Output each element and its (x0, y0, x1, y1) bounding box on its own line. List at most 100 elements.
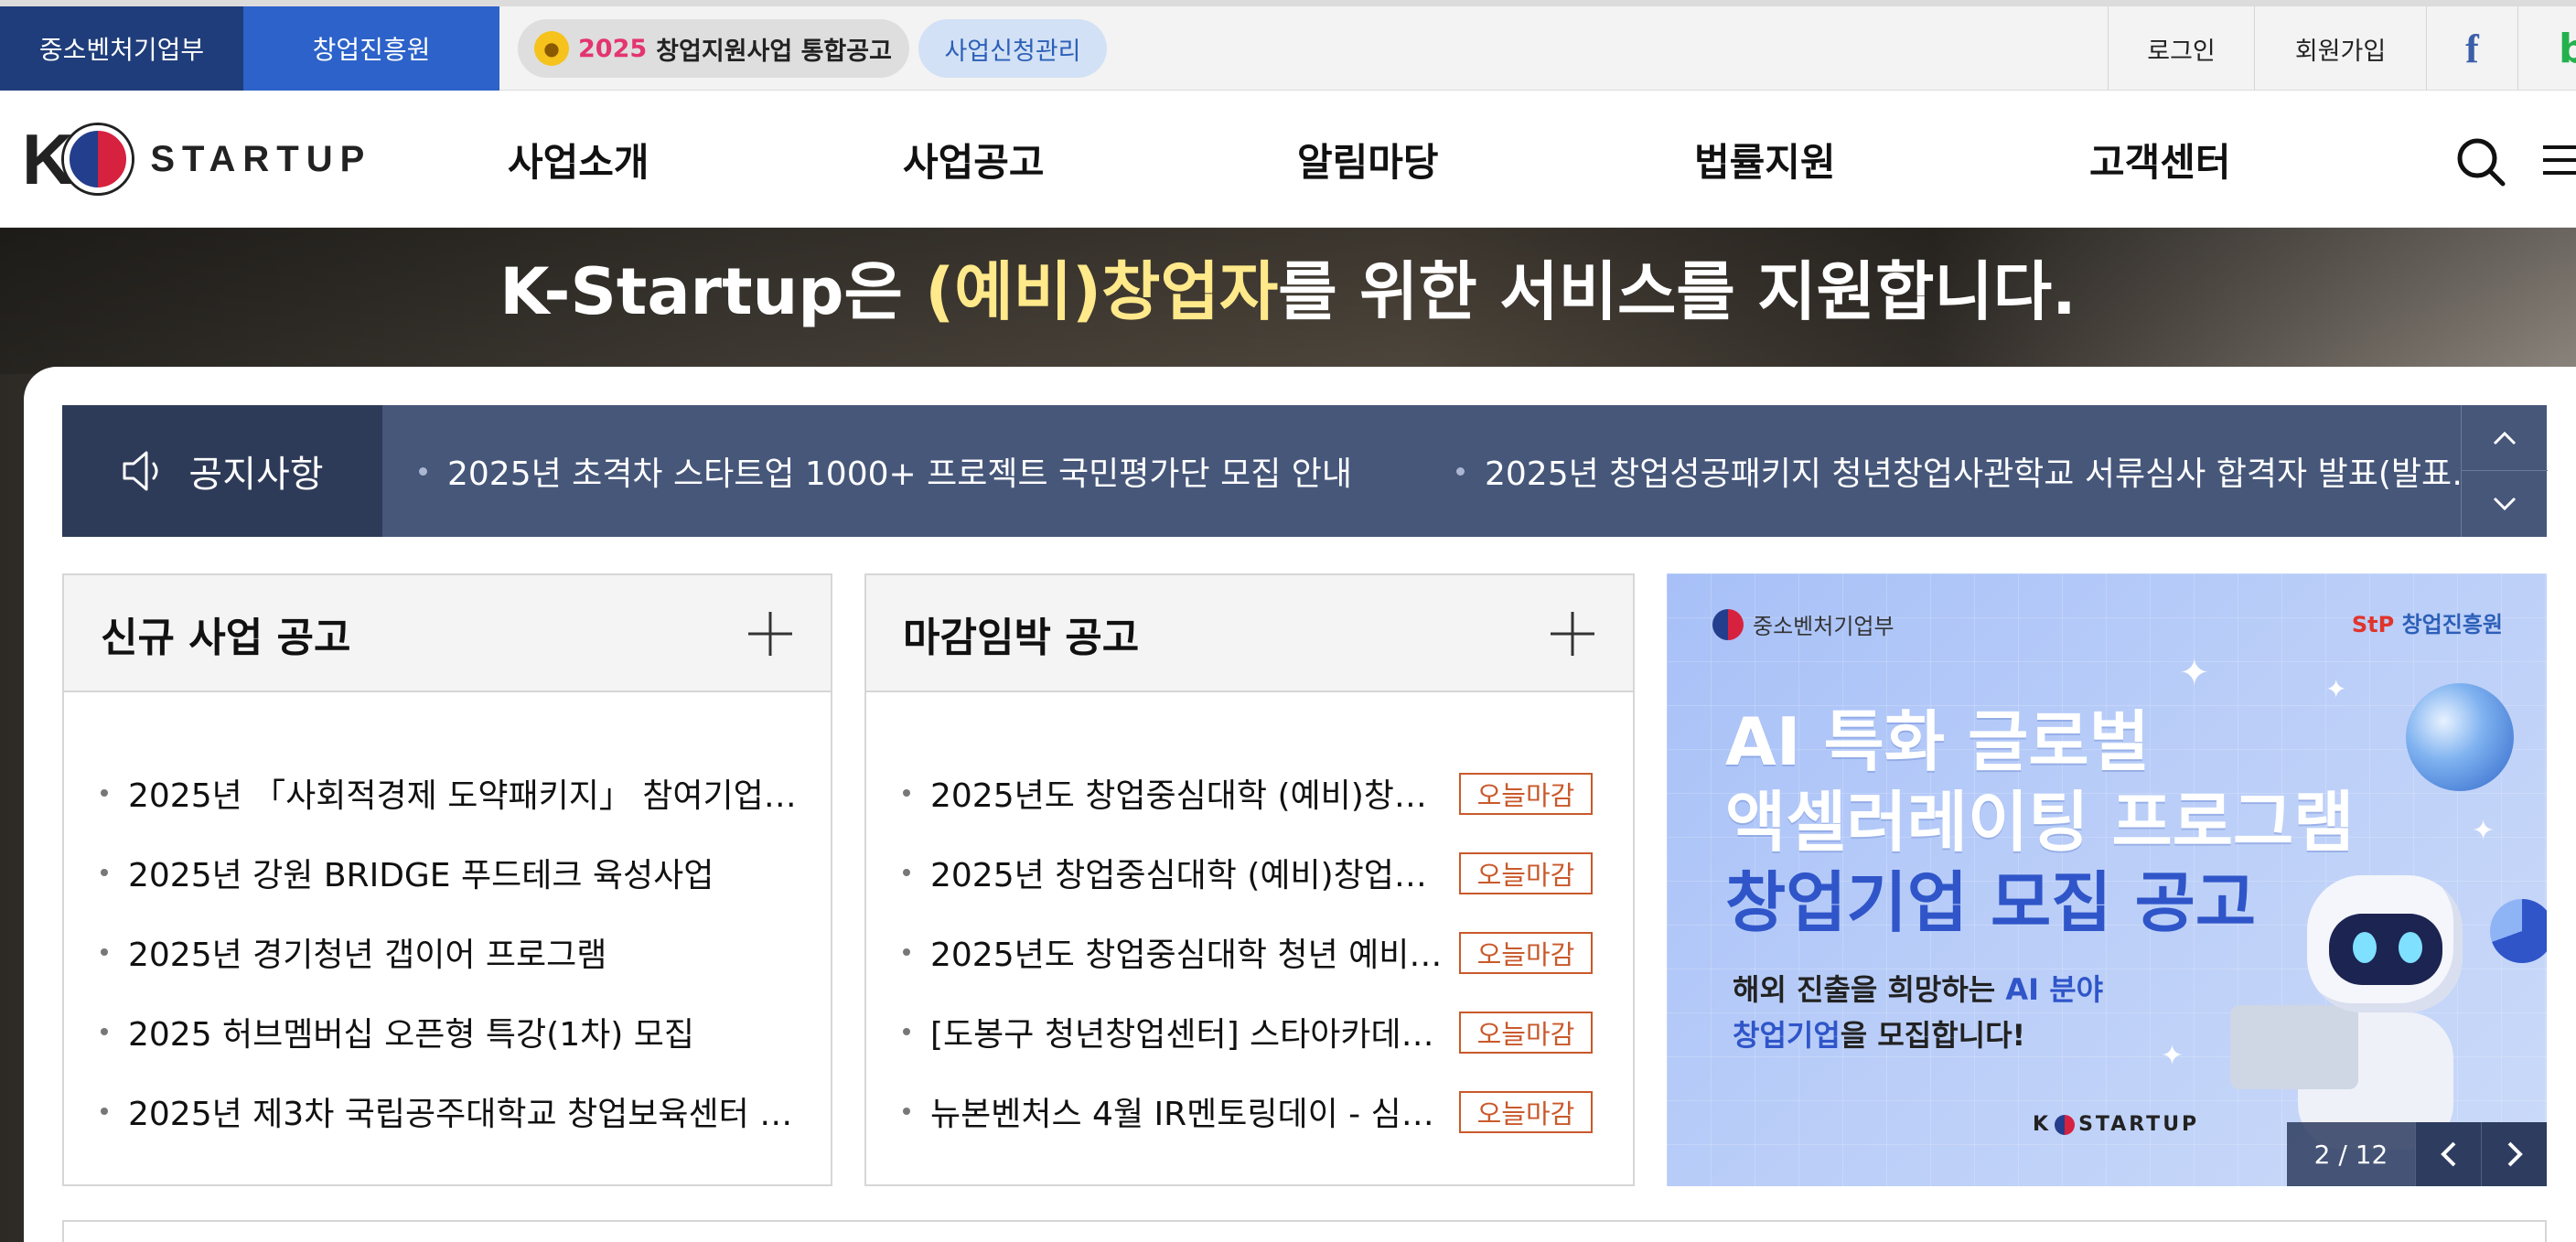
deadline-badge: 오늘마감 (1459, 773, 1593, 815)
pie-chart-icon (2490, 899, 2547, 963)
panel-title: 마감임박 공고 (903, 615, 1140, 661)
chevron-down-icon (2493, 497, 2517, 511)
nav-news[interactable]: 알림마당 (1297, 91, 1439, 228)
banner-page-count: 2 / 12 (2287, 1122, 2415, 1186)
chevron-right-icon (2507, 1141, 2523, 1167)
integrated-notice-button[interactable]: ● 2025 창업지원사업 통합공고 (518, 19, 909, 78)
list-item[interactable]: 2025년 강원 BRIDGE 푸드테크 육성사업 (64, 832, 831, 912)
promo-banner[interactable]: 중소벤처기업부 StP 창업진흥원 AI 특화 글로벌 액셀러레이팅 프로그램 … (1667, 573, 2547, 1186)
notice-bar: 공지사항 2025년 초격차 스타트업 1000+ 프로젝트 국민평가단 모집 … (62, 405, 2547, 537)
sparkle-icon: ✦ (2472, 815, 2496, 847)
plus-icon[interactable] (1549, 610, 1596, 658)
notice-item-text: 2025년 창업성공패키지 청년창업사관학교 서류심사 합격자 발표(발표심사 … (1485, 455, 2514, 493)
deadline-announcements-panel: 마감임박 공고 2025년도 창업중심대학 (예비)창업기업 모집오늘마감 20… (864, 573, 1635, 1186)
deadline-badge: 오늘마감 (1459, 1012, 1593, 1054)
banner-kised-text: 창업진흥원 (2401, 612, 2503, 637)
list-item-text: 2025년 경기청년 갭이어 프로그램 (128, 936, 607, 974)
next-section-edge (62, 1220, 2547, 1242)
banner-desc-highlight: 창업기업 (1733, 1018, 1841, 1053)
banner-prev-button[interactable] (2415, 1122, 2481, 1186)
robot-eye (2353, 932, 2377, 963)
notice-item[interactable]: 2025년 초격차 스타트업 1000+ 프로젝트 국민평가단 모집 안내 (419, 405, 1407, 537)
list-item-text: 2025년도 창업중심대학 청년 예비창업자 모집 (930, 936, 1443, 974)
hero-slogan-suffix: 를 위한 서비스를 지원합니다. (1278, 254, 2077, 329)
nav-announcements[interactable]: 사업공고 (903, 91, 1045, 228)
sparkle-icon: ✦ (2161, 1040, 2184, 1072)
banner-logo-k: K (2033, 1113, 2052, 1136)
main-header: K STARTUP 사업소개 사업공고 알림마당 법률지원 고객센터 (0, 91, 2576, 228)
nav-customer-center[interactable]: 고객센터 (2089, 91, 2231, 228)
plus-icon[interactable] (746, 610, 794, 658)
login-link[interactable]: 로그인 (2108, 6, 2254, 91)
kstartup-logo[interactable]: K STARTUP (22, 118, 371, 200)
notice-label-text: 공지사항 (188, 454, 324, 496)
banner-desc-text: 을 모집합니다! (1840, 1018, 2026, 1053)
banner-title-line: 창업기업 모집 공고 (1725, 864, 2257, 941)
banner-desc-text: 해외 진출을 희망하는 (1733, 972, 2006, 1007)
laptop-icon (2230, 1005, 2358, 1089)
list-item-text: [도봉구 청년창업센터] 스타아카데미 참가자 모집 (930, 1015, 1443, 1054)
emblem-icon (1712, 608, 1744, 640)
lightbulb-icon: ● (534, 31, 569, 66)
banner-ministry-text: 중소벤처기업부 (1753, 614, 1894, 639)
deadline-badge: 오늘마감 (1459, 932, 1593, 974)
notice-item-text: 2025년 초격차 스타트업 1000+ 프로젝트 국민평가단 모집 안내 (447, 455, 1353, 493)
list-item-text: 2025년 「사회적경제 도약패키지」 참여기업 모집 공고 (128, 776, 801, 815)
banner-kised: StP 창업진흥원 (2352, 606, 2503, 638)
banner-description: 해외 진출을 희망하는 AI 분야 창업기업을 모집합니다! (1733, 967, 2103, 1058)
banner-logo-word: STARTUP (2078, 1113, 2200, 1136)
banner-desc-highlight: AI 분야 (2005, 972, 2104, 1007)
nav-legal-support[interactable]: 법률지원 (1694, 91, 1836, 228)
nav-about[interactable]: 사업소개 (508, 91, 649, 228)
list-item-text: 2025년 창업중심대학 (예비)창업기업 모집 공고 (930, 856, 1443, 894)
banner-next-button[interactable] (2481, 1122, 2547, 1186)
list-item[interactable]: 2025년 경기청년 갭이어 프로그램 (64, 912, 831, 991)
banner-title-line: AI 특화 글로벌 (1725, 703, 2150, 780)
list-item[interactable]: 2025년 제3차 국립공주대학교 창업보육센터 신규 입주기업 모집 (64, 1071, 831, 1151)
deadline-badge: 오늘마감 (1459, 1091, 1593, 1133)
new-announcements-panel: 신규 사업 공고 2025년 「사회적경제 도약패키지」 참여기업 모집 공고 … (62, 573, 832, 1186)
notice-next-button[interactable] (2462, 471, 2548, 537)
banner-ministry: 중소벤처기업부 (1712, 608, 1894, 640)
list-item-text: 2025년 강원 BRIDGE 푸드테크 육성사업 (128, 856, 714, 894)
announcement-list: 2025년 「사회적경제 도약패키지」 참여기업 모집 공고 2025년 강원 … (64, 692, 831, 1151)
robot-face (2329, 914, 2442, 985)
list-item-text: 뉴본벤처스 4월 IR멘토링데이 - 심사역 멘토링 (930, 1095, 1443, 1133)
notice-item[interactable]: 2025년 창업성공패키지 청년창업사관학교 서류심사 합격자 발표(발표심사 … (1456, 405, 2514, 537)
taegeuk-icon (2055, 1114, 2076, 1135)
kised-link[interactable]: 창업진흥원 (243, 6, 499, 91)
kised-mark: StP (2351, 612, 2395, 637)
banner-logo: K STARTUP (2033, 1113, 2199, 1136)
panel-header: 마감임박 공고 (866, 575, 1633, 692)
ministry-link[interactable]: 중소벤처기업부 (0, 6, 243, 91)
hamburger-menu-icon[interactable] (2539, 140, 2576, 180)
banner-pager: 2 / 12 (2287, 1122, 2547, 1186)
globe-icon (2406, 683, 2514, 791)
integrated-notice-year: 2025 (578, 34, 648, 63)
blog-icon[interactable]: b (2517, 6, 2576, 91)
integrated-notice-label: 창업지원사업 통합공고 (656, 37, 892, 66)
facebook-icon[interactable]: f (2426, 6, 2517, 91)
hero-slogan-prefix: K-Startup은 (499, 254, 926, 329)
notice-nav (2461, 405, 2548, 537)
list-item[interactable]: 2025년 창업중심대학 (예비)창업기업 모집 공고 오늘마감 (866, 832, 1633, 912)
list-item[interactable]: 2025년도 창업중심대학 (예비)창업기업 모집 오늘마감 (866, 753, 1633, 832)
chevron-left-icon (2440, 1141, 2455, 1167)
notice-label: 공지사항 (62, 405, 382, 537)
panel-title: 신규 사업 공고 (101, 615, 351, 661)
notice-prev-button[interactable] (2462, 405, 2548, 471)
logo-wordmark: STARTUP (150, 138, 372, 179)
taegeuk-icon (64, 125, 133, 193)
list-item[interactable]: 2025 허브멤버십 오픈형 특강(1차) 모집 (64, 991, 831, 1071)
bullet (419, 466, 427, 476)
chevron-up-icon (2493, 431, 2517, 444)
hero-slogan: K-Startup은 (예비)창업자를 위한 서비스를 지원합니다. (0, 241, 2576, 333)
list-item[interactable]: [도봉구 청년창업센터] 스타아카데미 참가자 모집 오늘마감 (866, 991, 1633, 1071)
list-item[interactable]: 뉴본벤처스 4월 IR멘토링데이 - 심사역 멘토링 오늘마감 (866, 1071, 1633, 1151)
signup-link[interactable]: 회원가입 (2254, 6, 2426, 91)
list-item[interactable]: 2025년 「사회적경제 도약패키지」 참여기업 모집 공고 (64, 753, 831, 832)
hero-slogan-highlight: (예비)창업자 (925, 254, 1279, 329)
search-icon[interactable] (2455, 136, 2506, 187)
apply-manage-button[interactable]: 사업신청관리 (918, 19, 1107, 78)
list-item[interactable]: 2025년도 창업중심대학 청년 예비창업자 모집 오늘마감 (866, 912, 1633, 991)
